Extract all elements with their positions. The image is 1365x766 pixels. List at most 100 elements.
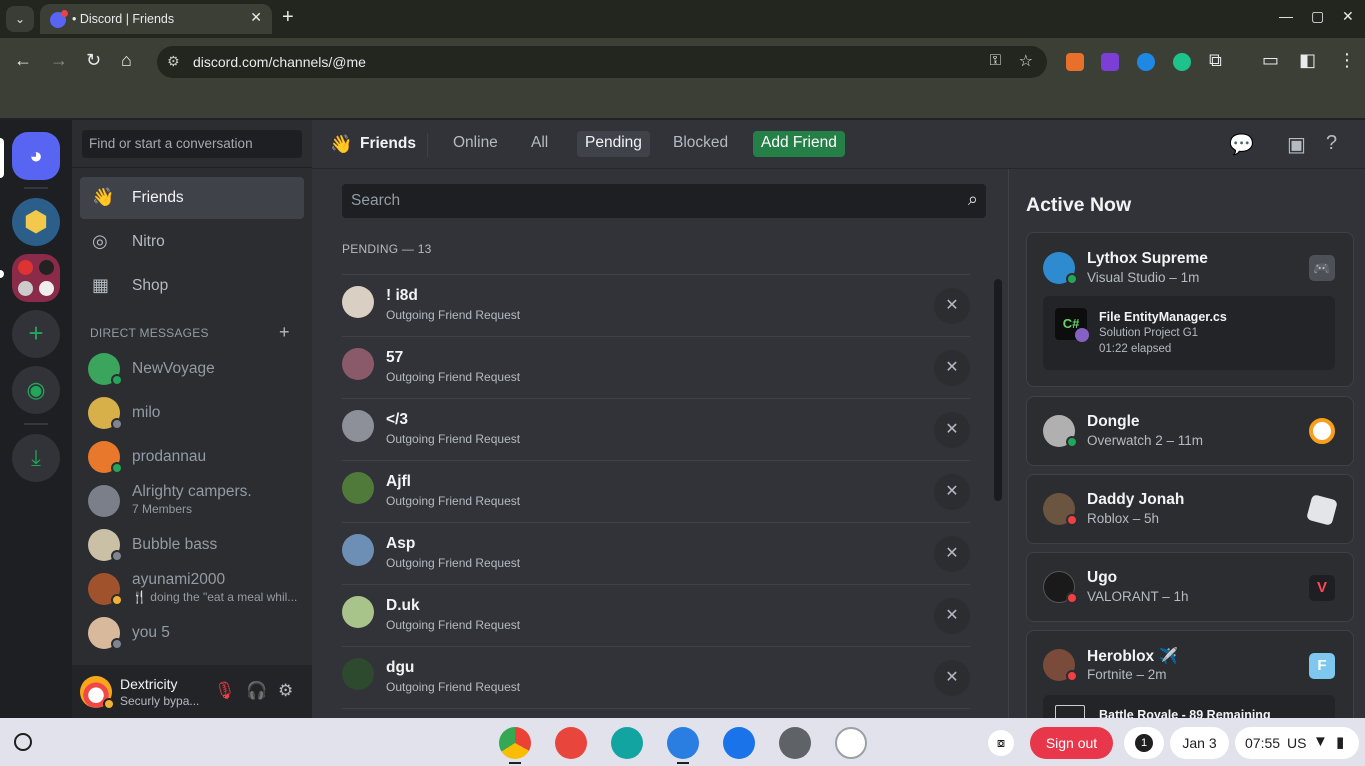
home-icon[interactable]: ⌂: [121, 50, 132, 71]
status-tray[interactable]: 07:55 US ▼ ▮: [1235, 727, 1359, 759]
add-server-icon[interactable]: +: [12, 310, 60, 358]
request-name: D.uk: [386, 597, 420, 614]
dm-item[interactable]: ayunami2000 🍴 doing the "eat a meal whil…: [80, 568, 304, 610]
dm-item[interactable]: Bubble bass: [80, 524, 304, 566]
cast-icon[interactable]: ▭: [1262, 50, 1279, 71]
activity-card[interactable]: Dongle Overwatch 2 – 11m: [1026, 396, 1354, 466]
cancel-request-close-icon[interactable]: ✕: [934, 350, 970, 386]
puzzle-extensions-icon[interactable]: ⧉: [1209, 50, 1222, 71]
activity-card[interactable]: Heroblox ✈️ Fortnite – 2m F Battle Royal…: [1026, 630, 1354, 735]
sidebar-item-nitro[interactable]: ◎ Nitro: [80, 221, 304, 263]
window-close-button[interactable]: ✕: [1342, 8, 1354, 25]
kebab-menu-icon[interactable]: ⋮: [1338, 50, 1356, 71]
url-text[interactable]: discord.com/channels/@me: [193, 54, 366, 70]
add-friend-button[interactable]: Add Friend: [753, 131, 845, 157]
gear-icon[interactable]: ⚙: [278, 681, 293, 701]
tab-close-icon[interactable]: ✕: [250, 9, 262, 26]
maximize-button[interactable]: ▢: [1311, 8, 1324, 25]
dm-item[interactable]: you 5: [80, 612, 304, 654]
activity-card[interactable]: Ugo VALORANT – 1h V: [1026, 552, 1354, 622]
back-arrow-icon[interactable]: ←: [14, 50, 32, 71]
group-dm-item[interactable]: Alrighty campers. 7 Members: [80, 480, 304, 522]
help-icon[interactable]: ?: [1326, 132, 1337, 155]
friend-request-row[interactable]: 57 Outgoing Friend Request ✕: [342, 336, 970, 398]
friend-request-row[interactable]: </3 Outgoing Friend Request ✕: [342, 398, 970, 460]
cancel-request-close-icon[interactable]: ✕: [934, 660, 970, 696]
download-apps-icon[interactable]: ⤓: [12, 434, 60, 482]
discord-home-icon[interactable]: ◕: [12, 132, 60, 180]
forward-arrow-icon[interactable]: →: [50, 50, 68, 71]
chrome-app-icon[interactable]: [499, 727, 531, 759]
running-indicator: [677, 762, 689, 764]
search-input[interactable]: Search ⌕: [342, 184, 986, 218]
rail-separator: [24, 187, 48, 189]
explore-compass-icon[interactable]: ◉: [12, 366, 60, 414]
canvas-app-icon[interactable]: [555, 727, 587, 759]
create-dm-button[interactable]: +: [279, 322, 290, 343]
headphones-icon[interactable]: 🎧: [246, 681, 267, 701]
extension-icon[interactable]: [1173, 53, 1191, 71]
sidebar-item-label: Friends: [132, 189, 184, 206]
cancel-request-close-icon[interactable]: ✕: [934, 474, 970, 510]
camera-app-icon[interactable]: [723, 727, 755, 759]
extension-icon[interactable]: [1066, 53, 1084, 71]
address-bar[interactable]: ⚙ discord.com/channels/@me ⚿ ☆: [157, 46, 1047, 78]
password-key-icon[interactable]: ⚿: [990, 52, 1001, 69]
request-name: Asp: [386, 535, 416, 552]
notification-pill[interactable]: 1: [1124, 727, 1164, 759]
tab-all[interactable]: All: [523, 131, 556, 157]
friend-request-row[interactable]: dgu Outgoing Friend Request ✕: [342, 646, 970, 708]
files-app-icon[interactable]: [667, 727, 699, 759]
sidebar-item-shop[interactable]: ▦ Shop: [80, 265, 304, 307]
dm-item[interactable]: NewVoyage: [80, 348, 304, 390]
classroom-app-icon[interactable]: [611, 727, 643, 759]
discord-favicon-icon: [50, 10, 68, 28]
new-tab-button[interactable]: +: [282, 6, 294, 29]
clipboard-icon[interactable]: ⧇: [988, 730, 1014, 756]
server-folder-icon[interactable]: [12, 254, 60, 302]
sidebar-item-friends[interactable]: 👋 Friends: [80, 177, 304, 219]
avatar: [342, 534, 374, 566]
cancel-request-close-icon[interactable]: ✕: [934, 598, 970, 634]
activity-user-name: Heroblox ✈️: [1087, 648, 1178, 665]
sign-out-button[interactable]: Sign out: [1030, 727, 1113, 759]
date-pill[interactable]: Jan 3: [1170, 727, 1229, 759]
tab-online[interactable]: Online: [445, 131, 506, 157]
friend-request-row[interactable]: D.uk Outgoing Friend Request ✕: [342, 584, 970, 646]
side-panel-icon[interactable]: ◧: [1299, 50, 1316, 71]
cancel-request-close-icon[interactable]: ✕: [934, 536, 970, 572]
cancel-request-close-icon[interactable]: ✕: [934, 412, 970, 448]
minimize-button[interactable]: —: [1279, 8, 1293, 24]
site-info-icon[interactable]: ⚙: [167, 53, 180, 70]
tab-pending[interactable]: Pending: [577, 131, 650, 157]
reload-icon[interactable]: ↻: [86, 50, 101, 71]
activity-card[interactable]: Lythox Supreme Visual Studio – 1m 🎮 C# F…: [1026, 232, 1354, 387]
extension-icon[interactable]: [1101, 53, 1119, 71]
friend-request-row[interactable]: Ajfl Outgoing Friend Request ✕: [342, 460, 970, 522]
avatar: [342, 472, 374, 504]
request-type: Outgoing Friend Request: [386, 494, 521, 508]
bookmark-star-icon[interactable]: ☆: [1019, 51, 1033, 71]
mute-mic-icon[interactable]: 🎙: [214, 681, 236, 701]
server-hexagon-icon[interactable]: ⬢: [12, 198, 60, 246]
friend-request-row[interactable]: Asp Outgoing Friend Request ✕: [342, 522, 970, 584]
new-group-dm-icon[interactable]: 💬: [1229, 132, 1254, 157]
dm-item[interactable]: milo: [80, 392, 304, 434]
tab-title: • Discord | Friends: [72, 12, 175, 26]
inbox-icon[interactable]: ▣: [1287, 132, 1306, 157]
tab-blocked[interactable]: Blocked: [665, 131, 736, 157]
browser-tab[interactable]: • Discord | Friends ✕: [40, 4, 272, 34]
settings-app-icon[interactable]: [779, 727, 811, 759]
request-name: Ajfl: [386, 473, 411, 490]
friend-request-row[interactable]: ! i8d Outgoing Friend Request ✕: [342, 274, 970, 336]
shield-extension-icon[interactable]: [1137, 53, 1155, 71]
find-conversation-input[interactable]: Find or start a conversation: [82, 130, 302, 158]
tab-search-button[interactable]: ⌄: [6, 6, 34, 32]
screenshot-app-icon[interactable]: [835, 727, 867, 759]
dm-name: ayunami2000: [132, 571, 226, 588]
dm-item[interactable]: prodannau: [80, 436, 304, 478]
scrollbar-thumb[interactable]: [994, 279, 1002, 501]
launcher-icon[interactable]: [14, 733, 32, 751]
cancel-request-close-icon[interactable]: ✕: [934, 288, 970, 324]
activity-card[interactable]: Daddy Jonah Roblox – 5h: [1026, 474, 1354, 544]
